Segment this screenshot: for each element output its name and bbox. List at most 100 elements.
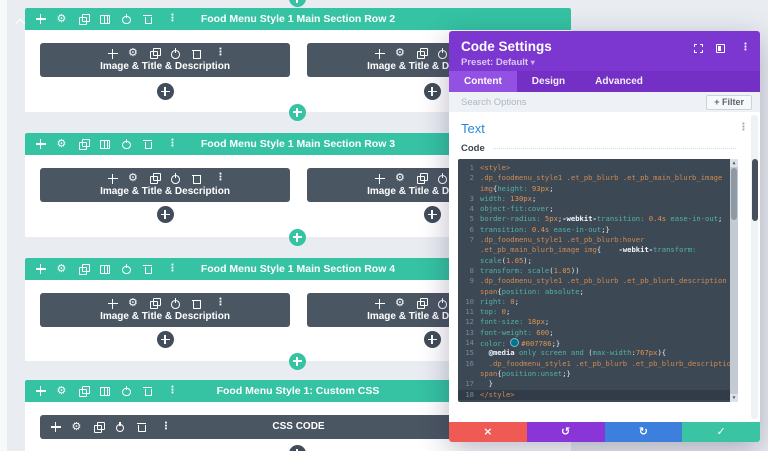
modal-scroll-thumb[interactable] [751, 159, 758, 221]
settings-icon[interactable] [395, 47, 406, 59]
more-options-icon[interactable] [164, 13, 177, 25]
duplicate-icon[interactable] [78, 138, 90, 150]
editor-scrollbar[interactable]: ▲ ▼ [730, 159, 738, 402]
move-icon[interactable] [35, 14, 46, 25]
add-section-button[interactable] [288, 0, 306, 7]
code-line: span{position:unset;} [480, 368, 571, 378]
duplicate-icon[interactable] [78, 385, 90, 397]
duplicate-icon[interactable] [149, 48, 161, 59]
tab-content[interactable]: Content [449, 71, 517, 92]
columns-icon[interactable] [100, 264, 111, 275]
move-icon[interactable] [107, 173, 118, 184]
columns-icon[interactable] [100, 386, 111, 397]
code-line: 15 @media only screen and (max-width:767… [465, 348, 667, 358]
blurb-module[interactable]: Image & Title & Description [40, 293, 290, 327]
disable-icon[interactable] [121, 385, 132, 397]
settings-icon[interactable] [395, 297, 406, 309]
delete-icon[interactable] [191, 298, 202, 309]
add-module-button[interactable] [156, 206, 174, 223]
add-module-button[interactable] [423, 206, 441, 223]
blurb-module[interactable]: Image & Title & Description [40, 168, 290, 202]
duplicate-icon[interactable] [78, 263, 90, 275]
disable-icon[interactable] [437, 173, 448, 184]
scroll-down-icon[interactable]: ▼ [730, 394, 738, 402]
preset-selector[interactable]: Preset: Default ▾ [461, 57, 748, 68]
settings-icon[interactable] [57, 385, 68, 397]
scroll-up-icon[interactable]: ▲ [730, 159, 738, 167]
cancel-button[interactable]: × [449, 422, 527, 442]
settings-icon[interactable] [128, 172, 139, 184]
add-section-button[interactable] [288, 228, 306, 246]
more-options-icon[interactable] [212, 172, 225, 184]
columns-icon[interactable] [100, 14, 111, 25]
modal-scrollbar[interactable] [751, 115, 758, 419]
more-options-icon[interactable] [164, 263, 177, 275]
redo-button[interactable]: ↻ [604, 422, 683, 442]
add-module-button[interactable] [288, 445, 306, 451]
option-group-text[interactable]: Text [461, 121, 485, 136]
move-icon[interactable] [374, 48, 385, 59]
tab-advanced[interactable]: Advanced [580, 71, 658, 92]
add-section-button[interactable] [288, 352, 306, 370]
move-icon[interactable] [35, 264, 46, 275]
filter-button[interactable]: + Filter [706, 94, 752, 110]
group-options-icon[interactable] [735, 122, 748, 134]
disable-icon[interactable] [170, 173, 181, 184]
delete-icon[interactable] [143, 386, 154, 397]
disable-icon[interactable] [437, 48, 448, 59]
columns-icon[interactable] [100, 139, 111, 150]
move-icon[interactable] [107, 298, 118, 309]
add-module-button[interactable] [423, 331, 441, 348]
disable-icon[interactable] [121, 138, 132, 150]
save-button[interactable]: ✓ [682, 422, 760, 442]
more-options-icon[interactable] [737, 42, 750, 54]
delete-icon[interactable] [191, 48, 202, 59]
row-2-header[interactable]: Food Menu Style 1 Main Section Row 2 [25, 8, 571, 30]
duplicate-icon[interactable] [416, 48, 428, 59]
disable-icon[interactable] [437, 298, 448, 309]
settings-icon[interactable] [57, 138, 68, 150]
delete-icon[interactable] [143, 264, 154, 275]
duplicate-icon[interactable] [149, 298, 161, 309]
add-module-button[interactable] [156, 331, 174, 348]
move-icon[interactable] [35, 386, 46, 397]
search-input[interactable]: Search Options [461, 97, 526, 108]
delete-icon[interactable] [191, 173, 202, 184]
editor-scroll-thumb[interactable] [731, 168, 737, 220]
duplicate-icon[interactable] [416, 298, 428, 309]
add-module-button[interactable] [423, 83, 441, 100]
duplicate-icon[interactable] [416, 173, 428, 184]
settings-icon[interactable] [395, 172, 406, 184]
more-options-icon[interactable] [212, 297, 225, 309]
dock-modal-icon[interactable] [715, 43, 726, 54]
move-icon[interactable] [374, 298, 385, 309]
disable-icon[interactable] [170, 298, 181, 309]
more-options-icon[interactable] [212, 47, 225, 59]
delete-icon[interactable] [143, 139, 154, 150]
settings-icon[interactable] [57, 263, 68, 275]
more-options-icon[interactable] [164, 138, 177, 150]
move-icon[interactable] [35, 139, 46, 150]
add-section-button[interactable] [288, 103, 306, 121]
add-module-button[interactable] [156, 83, 174, 100]
code-editor[interactable]: 1 <style> 2 .dp_foodmenu_style1 .et_pb_blur… [458, 159, 738, 402]
delete-icon[interactable] [143, 14, 154, 25]
collapse-row-icon[interactable] [15, 17, 26, 28]
tab-design[interactable]: Design [517, 71, 580, 92]
more-options-icon[interactable] [164, 385, 177, 397]
disable-icon[interactable] [121, 13, 132, 25]
duplicate-icon[interactable] [78, 13, 90, 25]
move-icon[interactable] [107, 48, 118, 59]
move-icon[interactable] [374, 173, 385, 184]
settings-icon[interactable] [128, 297, 139, 309]
settings-icon[interactable] [57, 13, 68, 25]
modal-footer: × ↺ ↻ ✓ [449, 422, 760, 442]
move-modal-icon[interactable] [693, 43, 704, 54]
disable-icon[interactable] [121, 263, 132, 275]
disable-icon[interactable] [170, 48, 181, 59]
settings-icon[interactable] [128, 47, 139, 59]
undo-button[interactable]: ↺ [526, 422, 605, 442]
blurb-module[interactable]: Image & Title & Description [40, 43, 290, 77]
duplicate-icon[interactable] [149, 173, 161, 184]
modal-header[interactable]: Code Settings Preset: Default ▾ [449, 31, 760, 71]
